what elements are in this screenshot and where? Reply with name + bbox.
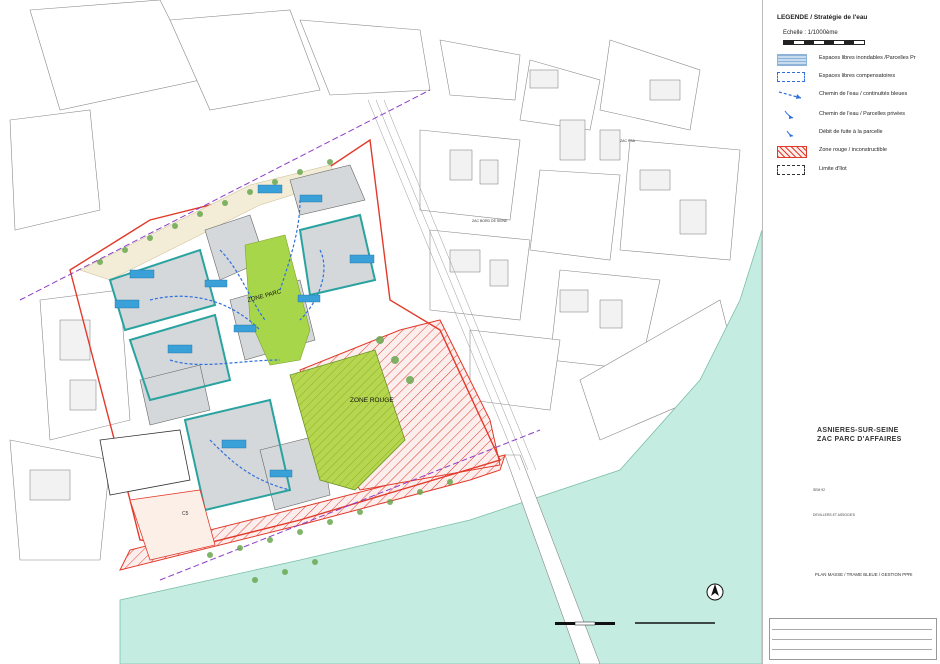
title-block-table: [769, 618, 937, 660]
hatched-blue-swatch-icon: [777, 54, 807, 66]
agency-name: DEVILLERS ET ASSOCIES: [813, 513, 855, 517]
legend-item-red-zone: Zone rouge / inconstructible: [777, 146, 937, 158]
dashed-black-rect-icon: [777, 165, 805, 175]
label-zac-psa: ZAC PSA: [620, 139, 636, 143]
plan-title: PLAN MASSE / TRAME BLEUE / GESTION PPRI: [815, 572, 913, 577]
label-lot-c5: C5: [182, 511, 189, 517]
blue-dashed-arrow-icon: [778, 91, 802, 99]
blue-small-arrow-icon: [786, 130, 794, 137]
blue-curve-arrow-icon: [784, 110, 794, 119]
legend-item-compensatory: Espaces libres compensatoires: [777, 72, 937, 84]
project-title-line2: ZAC PARC D'AFFAIRES: [817, 436, 902, 443]
label-zone-rouge: ZONE ROUGE: [350, 397, 394, 404]
dashed-blue-rect-icon: [777, 72, 805, 82]
legend-item-outflow: Débit de fuite à la parcelle: [777, 128, 937, 140]
red-hatch-swatch-icon: [777, 146, 807, 158]
lot-southwest: [99, 429, 191, 496]
legend-title: LEGENDE / Stratégie de l'eau: [777, 14, 868, 21]
north-arrow-icon: [706, 583, 724, 601]
legend-item-island-limit: Limite d'îlot: [777, 165, 937, 177]
site-plan-map: ZONE PARC ZONE ROUGE ZAC BORD DE SEINE Z…: [9, 0, 762, 664]
legend-item-flood-spaces: Espaces libres inondables /Parcelles Pr: [777, 54, 937, 66]
project-title-line1: ASNIERES-SUR-SEINE: [817, 427, 899, 434]
label-zac-bord: ZAC BORD DE SEINE: [472, 219, 508, 223]
legend-item-private-water-path: Chemin de l'eau / Parcelles privées: [777, 110, 937, 122]
owner-name: SEM 92: [813, 488, 826, 492]
scale-bar-icon: [783, 40, 865, 45]
scale-label: Echelle : 1/1000ème: [783, 30, 838, 36]
title-sheet: LEGENDE / Stratégie de l'eau Echelle : 1…: [762, 0, 940, 664]
legend-item-blue-continuity: Chemin de l'eau / continuités bleues: [777, 90, 937, 102]
project-title: ASNIERES-SUR-SEINE ZAC PARC D'AFFAIRES: [817, 426, 902, 444]
